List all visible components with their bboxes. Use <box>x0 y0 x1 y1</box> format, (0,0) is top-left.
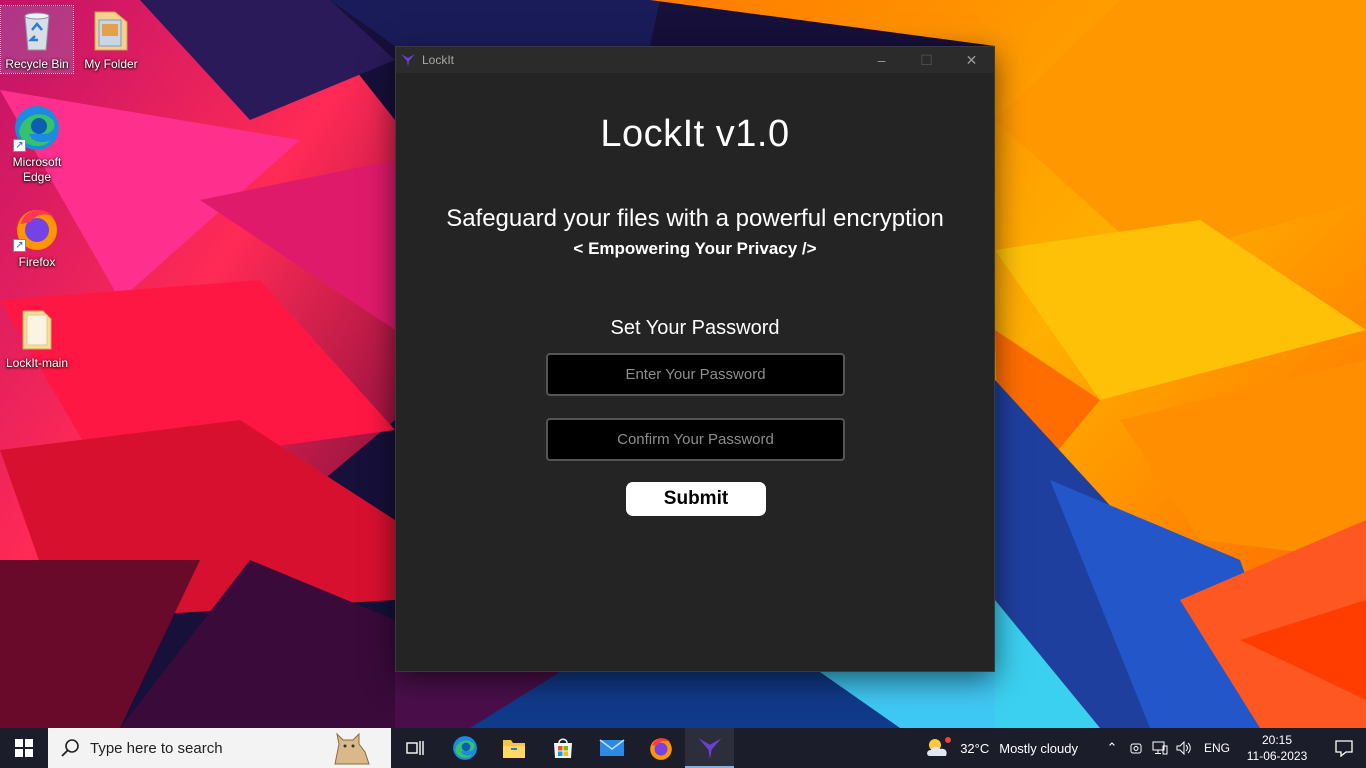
maximize-button[interactable]: ☐ <box>904 47 949 73</box>
window-titlebar[interactable]: LockIt – ☐ ✕ <box>396 47 994 73</box>
taskbar-task-view[interactable] <box>391 728 440 768</box>
firefox-icon: ↗ <box>13 204 61 252</box>
search-highlight-lynx-icon <box>334 732 370 765</box>
taskbar-mail[interactable] <box>587 728 636 768</box>
meet-now-icon[interactable] <box>1124 728 1148 768</box>
firefox-icon <box>649 738 672 760</box>
app-tagline: Safeguard your files with a powerful enc… <box>446 205 944 232</box>
set-password-label: Set Your Password <box>610 317 780 339</box>
weather-widget[interactable]: 32°C Mostly cloudy <box>924 736 1078 760</box>
desktop-icon-label: Microsoft Edge <box>12 155 62 184</box>
taskbar-clock[interactable]: 20:15 11-06-2023 <box>1246 732 1308 764</box>
start-button[interactable] <box>0 728 48 768</box>
desktop-icon-my-folder[interactable]: My Folder <box>75 6 147 72</box>
lockit-icon <box>400 52 416 68</box>
desktop-icon-lockit-main[interactable]: LockIt-main <box>1 305 73 371</box>
system-tray: 32°C Mostly cloudy ⌃ ENG 20:15 11-06-202… <box>924 728 1366 768</box>
window-title: LockIt <box>422 53 455 67</box>
app-subtagline: < Empowering Your Privacy /> <box>573 239 817 258</box>
mail-icon <box>599 739 624 756</box>
search-icon <box>61 739 79 757</box>
clock-time: 20:15 <box>1261 733 1293 747</box>
search-placeholder: Type here to search <box>90 739 223 757</box>
shortcut-arrow-icon: ↗ <box>13 239 26 252</box>
recycle-bin-icon <box>13 6 61 54</box>
task-view-icon <box>405 741 424 755</box>
desktop-icon-firefox[interactable]: ↗ Firefox <box>1 204 73 270</box>
taskbar-edge[interactable] <box>440 728 489 768</box>
folder-icon <box>87 6 135 54</box>
submit-button[interactable]: Submit <box>626 482 766 516</box>
desktop-icon-microsoft-edge[interactable]: ↗ Microsoft Edge <box>1 104 73 185</box>
weather-condition: Mostly cloudy <box>999 740 1078 756</box>
confirm-password-input[interactable] <box>546 418 845 461</box>
taskbar-search-box[interactable]: Type here to search <box>48 728 391 768</box>
minimize-button[interactable]: – <box>859 47 904 73</box>
weather-temperature: 32°C <box>960 740 990 756</box>
desktop-icon-recycle-bin[interactable]: Recycle Bin <box>0 5 74 74</box>
shortcut-arrow-icon: ↗ <box>13 139 26 152</box>
file-explorer-icon <box>502 740 525 758</box>
edge-icon: ↗ <box>13 104 61 152</box>
partly-cloudy-icon <box>927 737 952 756</box>
desktop-icon-label: My Folder <box>84 57 138 71</box>
windows-logo-icon <box>15 739 33 757</box>
taskbar: Type here to search 32°C Mostly cloudy ⌃… <box>0 728 1366 768</box>
desktop-icon-label: Firefox <box>18 255 56 269</box>
volume-icon[interactable] <box>1172 728 1196 768</box>
app-heading: LockIt v1.0 <box>600 113 790 155</box>
language-indicator[interactable]: ENG <box>1204 741 1230 755</box>
show-hidden-icons-chevron-icon[interactable]: ⌃ <box>1100 728 1124 768</box>
clock-date: 11-06-2023 <box>1246 749 1308 763</box>
store-icon <box>553 738 572 758</box>
taskbar-firefox[interactable] <box>636 728 685 768</box>
desktop-icon-label: LockIt-main <box>5 356 69 370</box>
taskbar-lockit[interactable] <box>685 728 734 768</box>
desktop-icon-label: Recycle Bin <box>5 57 69 71</box>
password-input[interactable] <box>546 353 845 396</box>
lockit-icon <box>698 738 721 760</box>
edge-icon <box>452 736 477 760</box>
close-button[interactable]: ✕ <box>949 47 994 73</box>
window-content: LockIt v1.0 Safeguard your files with a … <box>396 73 994 671</box>
lockit-window: LockIt – ☐ ✕ LockIt v1.0 Safeguard your … <box>395 46 995 672</box>
notification-icon <box>1335 740 1353 757</box>
notification-center-button[interactable] <box>1322 728 1366 768</box>
taskbar-file-explorer[interactable] <box>489 728 538 768</box>
network-icon[interactable] <box>1148 728 1172 768</box>
taskbar-store[interactable] <box>538 728 587 768</box>
folder-icon <box>13 305 61 353</box>
